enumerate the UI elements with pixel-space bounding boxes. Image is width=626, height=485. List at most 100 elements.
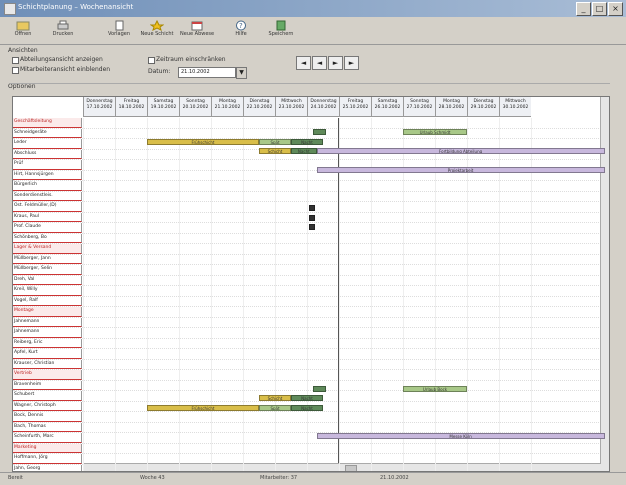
employee-row[interactable]: Müllberger, Selin: [13, 265, 609, 276]
employee-name: Jahn, Georg: [13, 464, 82, 471]
employee-row[interactable]: Bravenheim: [13, 380, 609, 391]
employee-row[interactable]: Schneidgeräte: [13, 128, 609, 139]
employee-row[interactable]: Müllberger, Jann: [13, 254, 609, 265]
day-header: Montag 21.10.2002: [211, 97, 243, 117]
department-view-label: Abteilungsansicht anzeigen: [20, 56, 103, 63]
day-header: Freitag 18.10.2002: [115, 97, 147, 117]
day-header: Freitag 25.10.2002: [339, 97, 371, 117]
nav-last-button[interactable]: ►: [344, 56, 359, 70]
app-icon: [4, 3, 16, 15]
employee-name: Apfel, Kurt: [13, 349, 82, 359]
options-section-label: Optionen: [8, 83, 36, 90]
day-date: 26.10.2002: [374, 105, 401, 110]
employee-name: Müllberger, Jann: [13, 254, 82, 264]
new-absence-button[interactable]: Neue Abwesenheit: [180, 20, 214, 42]
group-label: Vertrieb: [13, 370, 82, 380]
day-gridline: [307, 118, 308, 471]
help-button[interactable]: ? Hilfe: [224, 20, 258, 42]
schedule-bar[interactable]: Nacht: [291, 138, 323, 145]
schedule-bar[interactable]: Urlaub Bock: [403, 385, 467, 392]
schedule-bar[interactable]: Spät: [259, 404, 291, 411]
schedule-bar[interactable]: Urlaub Schmidt: [403, 129, 467, 135]
star-icon: [150, 20, 164, 31]
day-date: 24.10.2002: [310, 105, 337, 110]
employee-row[interactable]: Apfel, Kurt: [13, 349, 609, 360]
employee-row[interactable]: Jahnemann: [13, 317, 609, 328]
employee-name: Kreil, Willy: [13, 286, 82, 296]
minimize-button[interactable]: _: [576, 2, 591, 16]
group-row[interactable]: Marketing: [13, 443, 609, 454]
nav-next-button[interactable]: ►: [328, 56, 343, 70]
print-button[interactable]: Drucken: [46, 20, 80, 42]
day-header: Sonntag 20.10.2002: [179, 97, 211, 117]
schedule-bar[interactable]: Nacht: [291, 148, 317, 154]
schedule-bar[interactable]: Spät: [259, 138, 291, 145]
day-header: Sonntag 27.10.2002: [403, 97, 435, 117]
schedule-bar[interactable]: [313, 385, 327, 392]
schedule-bar[interactable]: Nacht: [291, 404, 323, 411]
employee-view-label: Mitarbeiteransicht einblenden: [20, 66, 111, 73]
employee-row[interactable]: Reiberg, Eric: [13, 338, 609, 349]
employee-row[interactable]: Bock, Dennis: [13, 412, 609, 423]
employee-name: Bach, Thomas: [13, 422, 82, 432]
schedule-bar[interactable]: Frühschicht: [147, 404, 259, 411]
day-date: 21.10.2002: [214, 105, 241, 110]
schedule-bar[interactable]: [308, 224, 315, 230]
schedule-bar[interactable]: [308, 214, 315, 221]
group-row[interactable]: Vertrieb: [13, 370, 609, 381]
schedule-bar[interactable]: Messe Köln: [316, 433, 605, 439]
nav-prev-button[interactable]: ◄: [312, 56, 327, 70]
views-section-label: Ansichten: [8, 47, 38, 54]
employee-row[interactable]: Krauser, Christian: [13, 359, 609, 370]
schedule-bar[interactable]: Schicht: [259, 395, 291, 401]
employee-row[interactable]: Bach, Thomas: [13, 422, 609, 433]
open-button[interactable]: Öffnen: [6, 20, 40, 42]
group-row[interactable]: Lager & Versand: [13, 244, 609, 255]
schedule-grid: Donnerstag 17.10.2002 Freitag 18.10.2002 Sam…: [12, 96, 610, 472]
schedule-bar[interactable]: [308, 205, 315, 211]
employee-view-checkbox[interactable]: [12, 67, 19, 74]
employee-row[interactable]: Schönberg, Bo: [13, 233, 609, 244]
save-button[interactable]: Speichern: [264, 20, 298, 42]
schedule-bar[interactable]: [313, 129, 327, 135]
employee-name: Schubert: [13, 391, 82, 401]
day-header: Mittwoch 23.10.2002: [275, 97, 307, 117]
maximize-button[interactable]: □: [592, 2, 607, 16]
close-button[interactable]: ×: [608, 2, 623, 16]
templates-button[interactable]: Vorlagen: [102, 20, 136, 42]
limit-range-checkbox[interactable]: [148, 57, 155, 64]
employee-name: Krauser, Christian: [13, 359, 82, 369]
schedule-bar[interactable]: Nacht: [291, 395, 323, 401]
employee-row[interactable]: Vogel, Ralf: [13, 296, 609, 307]
department-view-checkbox[interactable]: [12, 57, 19, 64]
employee-row[interactable]: Kreil, Willy: [13, 286, 609, 297]
employee-row[interactable]: Jahnemann: [13, 328, 609, 339]
day-header: Montag 28.10.2002: [435, 97, 467, 117]
group-label: Montage: [13, 307, 82, 317]
nav-first-button[interactable]: ◄: [296, 56, 311, 70]
toolbar: Öffnen Drucken Vorlagen Neue Schicht Neu…: [0, 18, 626, 45]
employee-name: Dreh, Val: [13, 275, 82, 285]
status-count: Mitarbeiter: 37: [260, 475, 298, 481]
schedule-bar[interactable]: Frühschicht: [147, 138, 259, 145]
schedule-bar[interactable]: Projektarbeit: [316, 167, 605, 173]
group-row[interactable]: Montage: [13, 307, 609, 318]
horizontal-scrollbar[interactable]: [83, 463, 601, 471]
calendar-icon: [191, 21, 203, 31]
date-dropdown-button[interactable]: ▼: [236, 67, 247, 79]
employee-row[interactable]: Dreh, Val: [13, 275, 609, 286]
date-header: Donnerstag 17.10.2002 Freitag 18.10.2002 Sam…: [83, 97, 531, 117]
date-label: Datum:: [148, 68, 171, 75]
day-gridline: [147, 118, 148, 471]
window-title: Schichtplanung – Wochenansicht: [18, 3, 134, 11]
date-input[interactable]: 21.10.2002: [178, 67, 236, 78]
scroll-thumb[interactable]: [345, 465, 357, 471]
day-header: Dienstag 22.10.2002: [243, 97, 275, 117]
schedule-bar[interactable]: Schicht: [259, 148, 291, 154]
new-shift-button[interactable]: Neue Schicht: [140, 20, 174, 42]
day-header: Dienstag 29.10.2002: [467, 97, 499, 117]
schedule-bar[interactable]: Fortbildung Abteilung: [316, 148, 605, 154]
employee-row[interactable]: Bürgerlich: [13, 181, 609, 192]
employee-row[interactable]: Sonderdienstleis.: [13, 191, 609, 202]
group-row[interactable]: Geschäftsleitung: [13, 118, 609, 129]
